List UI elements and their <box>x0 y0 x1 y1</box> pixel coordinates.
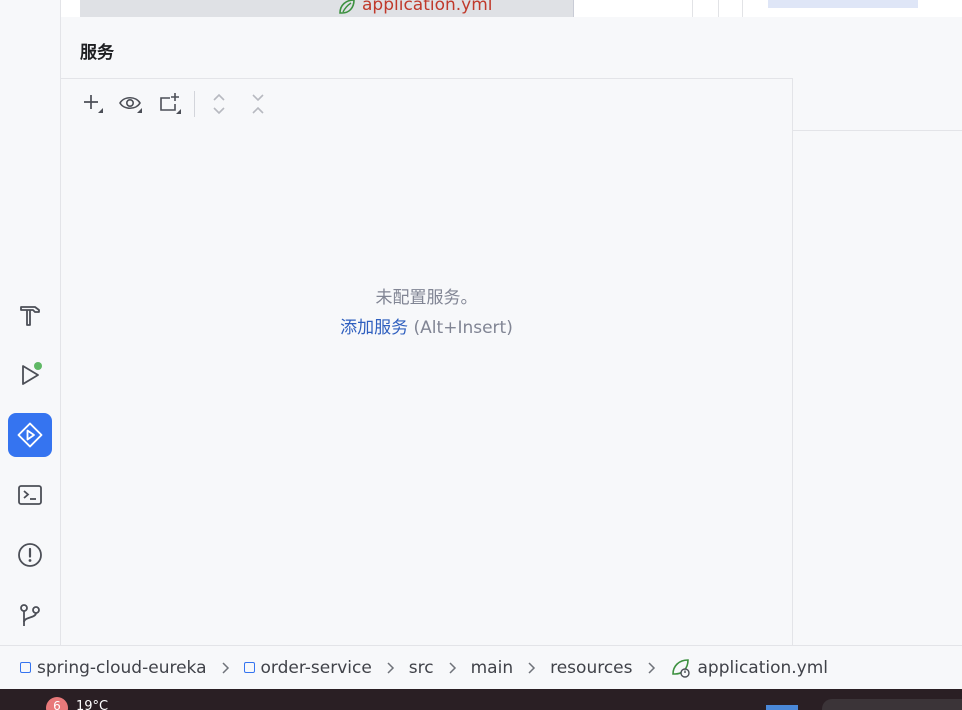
taskbar-app-icon[interactable] <box>766 705 798 710</box>
breadcrumb-item-module[interactable]: order-service <box>243 657 372 678</box>
breadcrumb-item-project[interactable]: spring-cloud-eureka <box>20 658 207 678</box>
breadcrumb-label: order-service <box>260 657 372 678</box>
collapse-all-button[interactable] <box>244 89 272 119</box>
add-icon <box>84 95 103 113</box>
services-tool-button[interactable] <box>8 413 52 457</box>
eye-icon <box>119 96 142 113</box>
chevron-right-icon <box>448 661 458 675</box>
new-group-icon <box>160 93 181 114</box>
panel-title: 服务 <box>80 43 114 63</box>
services-icon <box>17 422 43 448</box>
editor-tab[interactable]: application.yml <box>80 0 574 17</box>
chevron-right-icon <box>386 661 396 675</box>
editor-top-strip: application.yml <box>0 0 962 17</box>
breadcrumb-item-resources[interactable]: resources <box>550 658 632 678</box>
editor-gutter-line <box>742 0 743 17</box>
spring-yml-icon <box>339 0 355 14</box>
git-branch-icon <box>20 604 40 626</box>
add-service-shortcut: (Alt+Insert) <box>413 318 513 338</box>
editor-gutter-line <box>692 0 693 17</box>
breadcrumb-label: spring-cloud-eureka <box>37 657 207 678</box>
git-tool-button[interactable] <box>8 593 52 637</box>
editor-gutter-line <box>718 0 719 17</box>
terminal-icon <box>18 485 42 505</box>
hammer-icon <box>20 306 40 326</box>
editor-tab-label: application.yml <box>362 0 493 15</box>
chevron-right-icon <box>647 661 657 675</box>
add-service-button[interactable] <box>79 89 107 119</box>
problems-icon <box>18 543 42 567</box>
expand-all-icon <box>213 93 225 115</box>
collapse-all-icon <box>252 94 264 114</box>
new-group-button[interactable] <box>156 89 184 119</box>
breadcrumb: spring-cloud-eureka order-service src ma… <box>0 645 962 689</box>
breadcrumb-label: src <box>408 657 434 678</box>
os-taskbar: 6 19°C <box>0 689 962 710</box>
services-panel: 服务 未配置服务。 添加服务 (Alt+Insert) <box>61 17 962 645</box>
run-tool-button[interactable] <box>8 353 52 397</box>
view-options-button[interactable] <box>117 89 145 119</box>
empty-state-action: 添加服务 (Alt+Insert) <box>61 313 792 338</box>
terminal-tool-button[interactable] <box>8 473 52 517</box>
problems-tool-button[interactable] <box>8 533 52 577</box>
chevron-right-icon <box>221 661 231 675</box>
expand-all-button[interactable] <box>205 89 233 119</box>
breadcrumb-item-file[interactable]: application.yml <box>670 657 829 679</box>
taskbar-search[interactable] <box>822 699 962 710</box>
breadcrumb-label: main <box>470 657 514 678</box>
chevron-right-icon <box>527 661 537 675</box>
editor-selection <box>768 0 918 8</box>
breadcrumb-label: application.yml <box>697 657 829 678</box>
weather-temperature[interactable]: 19°C <box>76 699 108 710</box>
breadcrumb-item-main[interactable]: main <box>471 658 513 678</box>
spring-yml-icon <box>671 658 690 678</box>
module-icon <box>20 662 31 673</box>
run-icon <box>22 362 42 385</box>
empty-state-message: 未配置服务。 <box>375 288 478 308</box>
weather-badge[interactable]: 6 <box>46 697 68 710</box>
toolbar-separator <box>194 91 195 117</box>
panel-header: 服务 <box>61 17 962 79</box>
details-pane-header <box>793 78 962 131</box>
build-tool-button[interactable] <box>8 293 52 337</box>
breadcrumb-label: resources <box>550 657 633 678</box>
module-icon <box>243 662 255 673</box>
breadcrumb-item-src[interactable]: src <box>409 658 434 678</box>
details-pane <box>792 78 962 645</box>
tool-window-strip <box>0 0 61 645</box>
add-service-link[interactable]: 添加服务 <box>340 318 408 338</box>
